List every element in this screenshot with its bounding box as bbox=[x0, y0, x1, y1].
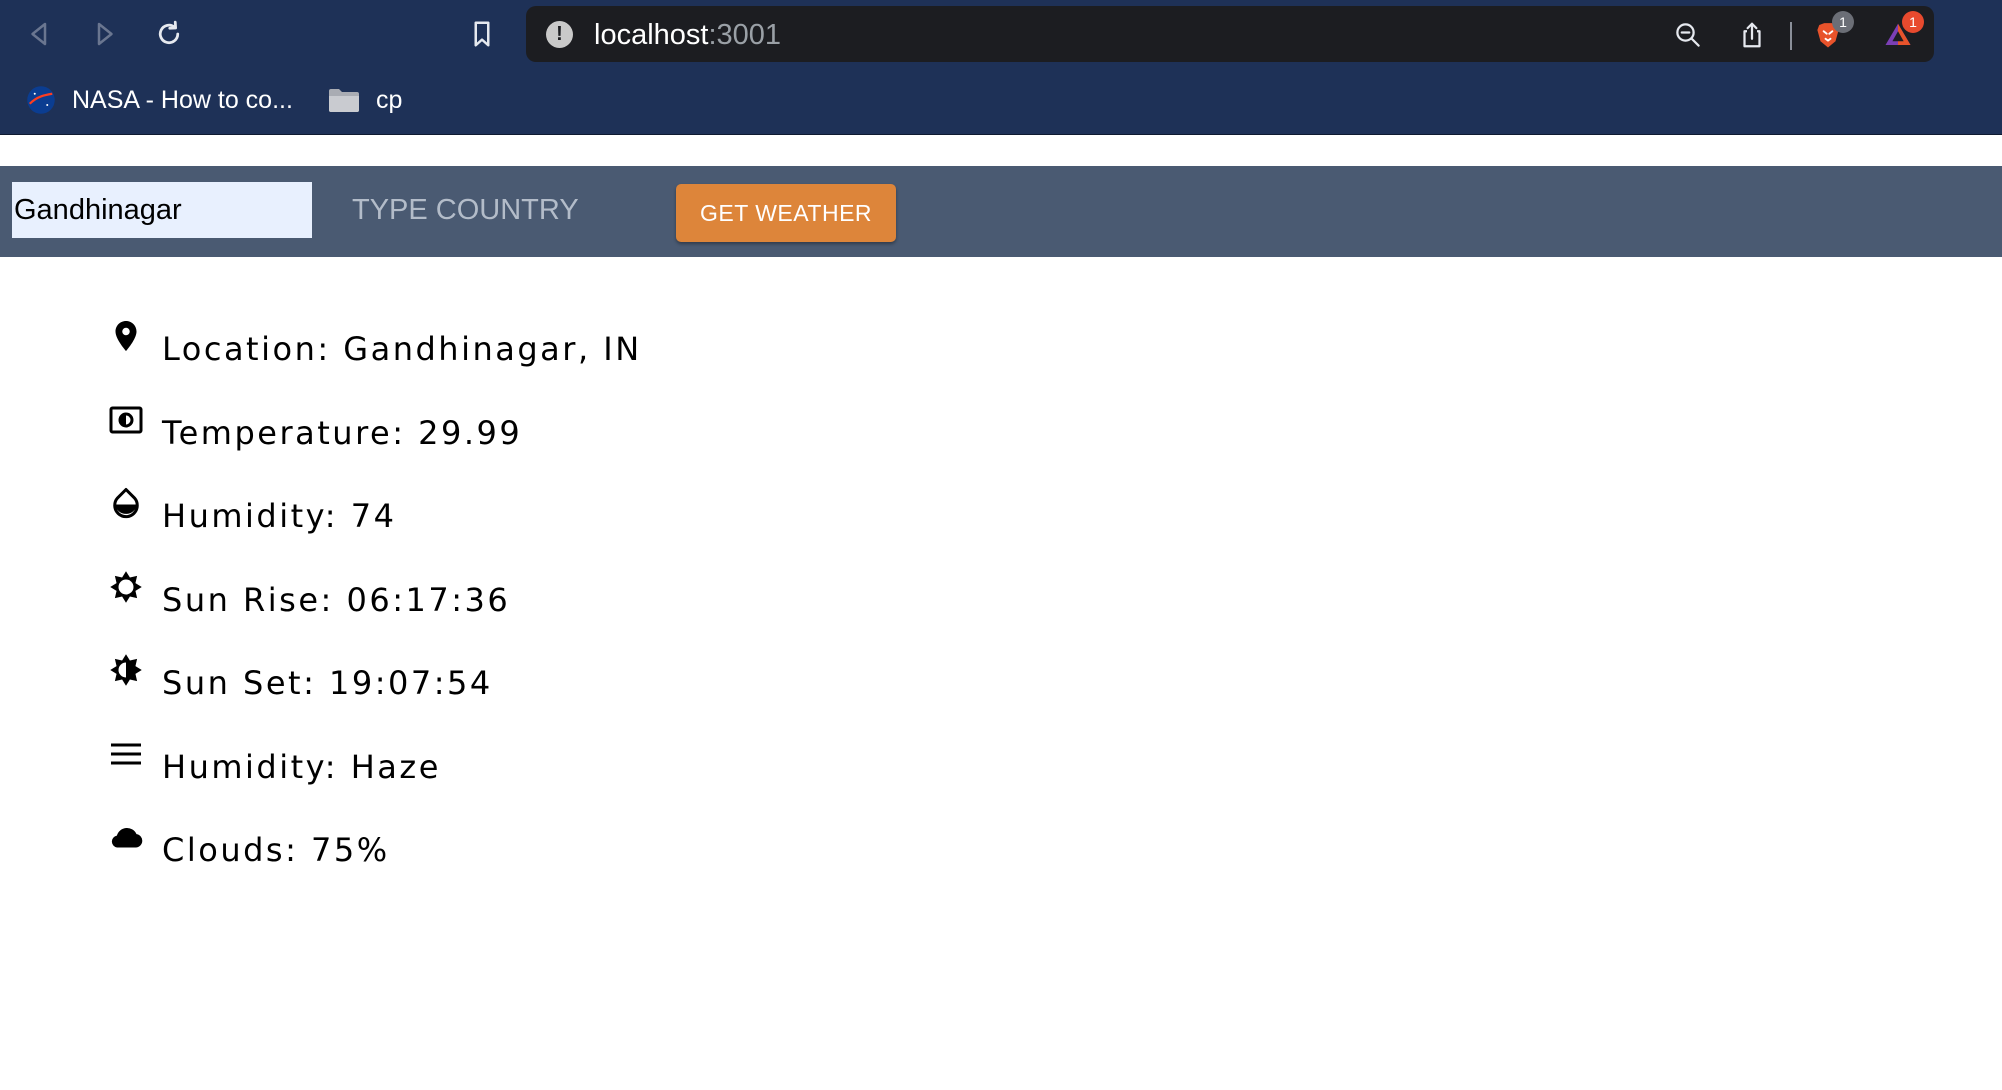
bookmark-label: cp bbox=[376, 85, 403, 114]
bookmark-page-button[interactable] bbox=[462, 14, 502, 54]
shields-badge: 1 bbox=[1832, 11, 1854, 33]
condition-text: Humidity: Haze bbox=[162, 747, 441, 786]
reload-icon bbox=[158, 20, 180, 45]
forward-button[interactable] bbox=[84, 14, 124, 54]
country-input[interactable] bbox=[352, 182, 652, 238]
thermostat-icon bbox=[108, 402, 144, 438]
location-text: Location: Gandhinagar, IN bbox=[162, 330, 642, 368]
condition-row: Humidity: Haze bbox=[108, 736, 642, 820]
sunrise-row: Sun Rise: 06:17:36 bbox=[108, 569, 642, 653]
folder-icon bbox=[328, 87, 360, 113]
bookmarks-bar: NASA - How to co... cp bbox=[0, 78, 2002, 126]
sunrise-text: Sun Rise: 06:17:36 bbox=[162, 580, 511, 619]
zoom-button[interactable] bbox=[1672, 19, 1704, 51]
forward-arrow-icon bbox=[97, 22, 113, 46]
bookmark-icon bbox=[474, 21, 490, 47]
location-pin-icon bbox=[108, 318, 144, 354]
url-text[interactable]: localhost:3001 bbox=[594, 19, 781, 52]
sun-half-icon bbox=[108, 652, 144, 688]
water-drop-icon bbox=[108, 485, 144, 521]
site-info-icon[interactable]: ! bbox=[546, 21, 573, 48]
sunset-row: Sun Set: 19:07:54 bbox=[108, 652, 642, 736]
bookmark-folder-cp[interactable]: cp bbox=[328, 82, 402, 118]
humidity-text: Humidity: 74 bbox=[162, 497, 397, 535]
rewards-button[interactable]: 1 bbox=[1882, 11, 1924, 51]
zoom-out-icon bbox=[1676, 23, 1700, 47]
rewards-badge: 1 bbox=[1902, 11, 1924, 33]
share-icon bbox=[1743, 22, 1761, 48]
url-port: :3001 bbox=[708, 19, 782, 51]
search-toolbar: GET WEATHER bbox=[0, 166, 2002, 257]
temperature-text: Temperature: 29.99 bbox=[162, 413, 523, 452]
bookmark-label: NASA - How to co... bbox=[72, 85, 293, 114]
clouds-row: Clouds: 75% bbox=[108, 819, 642, 903]
browser-chrome: ! localhost:3001 1 1 NASA - How to co... bbox=[0, 0, 2002, 135]
temperature-row: Temperature: 29.99 bbox=[108, 402, 642, 486]
shields-button[interactable]: 1 bbox=[1812, 11, 1854, 51]
cloud-icon bbox=[108, 819, 144, 855]
share-button[interactable] bbox=[1736, 19, 1768, 51]
toolbar-separator bbox=[1790, 22, 1792, 50]
address-bar[interactable]: ! localhost:3001 1 1 bbox=[526, 6, 1934, 62]
sunset-text: Sun Set: 19:07:54 bbox=[162, 664, 493, 702]
back-arrow-icon bbox=[31, 22, 47, 46]
bookmark-nasa[interactable]: NASA - How to co... bbox=[26, 82, 293, 118]
url-host: localhost bbox=[594, 19, 709, 51]
nasa-logo-icon bbox=[26, 85, 56, 115]
humidity-row: Humidity: 74 bbox=[108, 485, 642, 569]
get-weather-button[interactable]: GET WEATHER bbox=[676, 184, 896, 242]
clouds-text: Clouds: 75% bbox=[162, 831, 390, 869]
location-row: Location: Gandhinagar, IN bbox=[108, 318, 642, 402]
haze-lines-icon bbox=[108, 736, 144, 772]
reload-button[interactable] bbox=[149, 14, 189, 54]
back-button[interactable] bbox=[20, 14, 60, 54]
weather-info-list: Location: Gandhinagar, IN Temperature: 2… bbox=[108, 318, 642, 903]
city-input[interactable] bbox=[12, 182, 312, 238]
sun-outline-icon bbox=[108, 569, 144, 605]
